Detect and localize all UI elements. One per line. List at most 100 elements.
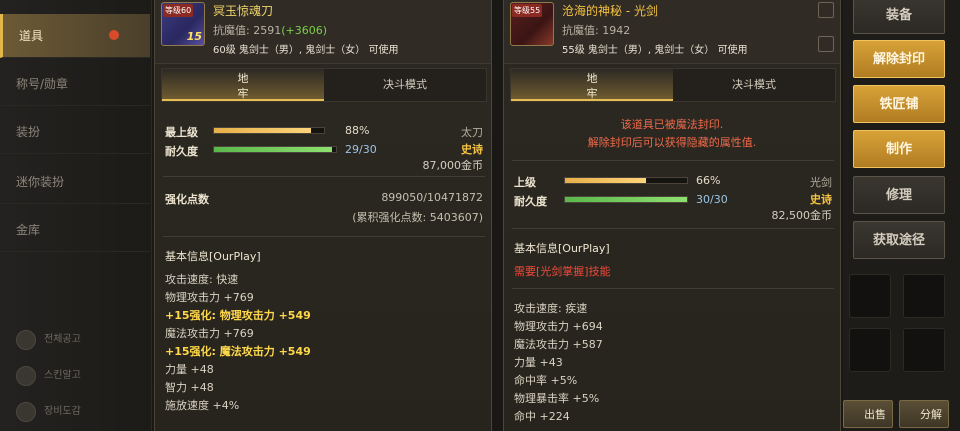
grade-bar bbox=[213, 127, 325, 134]
item-header: 等级55 沧海的神秘 - 光剑 抗魔值: 1942 55级 鬼剑士（男）, 鬼剑… bbox=[504, 0, 840, 64]
item-price: 87,000金币 bbox=[422, 159, 484, 172]
bottom-link-label: 전체공고 bbox=[44, 334, 81, 345]
stat-line-enhance: +15强化: 物理攻击力 +549 bbox=[165, 309, 311, 322]
divider bbox=[512, 160, 834, 161]
bottom-link-notice[interactable]: 전체공고 bbox=[16, 328, 81, 352]
item-name: 沧海的神秘 - 光剑 bbox=[562, 4, 658, 18]
sidebar-item-mini-avatar[interactable]: 迷你装扮 bbox=[0, 160, 150, 204]
divider bbox=[163, 236, 485, 237]
stat-line: 物理暴击率 +5% bbox=[514, 392, 600, 405]
weapon-type: 太刀 bbox=[461, 126, 483, 139]
sidebar-item-label: 金库 bbox=[16, 223, 41, 237]
grade-label: 最上级 bbox=[165, 126, 198, 139]
enhance-points-label: 强化点数 bbox=[165, 193, 209, 206]
sidebar-item-label: 称号/勋章 bbox=[16, 77, 69, 91]
stat-line: 施放速度 +4% bbox=[165, 399, 240, 412]
disassemble-label: 分解 bbox=[920, 408, 942, 421]
resist-bonus: (+3606) bbox=[281, 24, 327, 37]
enhance-points-value: 899050/10471872 bbox=[381, 191, 483, 204]
stat-line: 物理攻击力 +769 bbox=[165, 291, 254, 304]
rarity-badge: 史诗 bbox=[810, 193, 832, 206]
item-header: 等级60 15 冥玉惊魂刀 抗魔值: 2591(+3606) 60级 鬼剑士（男… bbox=[155, 0, 491, 64]
resist-value: 抗魔值: 2591(+3606) bbox=[213, 22, 327, 38]
stat-line: 命中 +224 bbox=[514, 410, 570, 423]
sidebar-item-titles[interactable]: 称号/勋章 bbox=[0, 62, 150, 106]
sidebar-item-label: 道具 bbox=[19, 29, 44, 43]
tab-dungeon[interactable]: 地 牢 bbox=[511, 69, 673, 101]
bottom-link-label: 장비도감 bbox=[44, 406, 81, 417]
durability-bar-fill bbox=[214, 147, 332, 152]
grade-label: 上级 bbox=[514, 176, 536, 189]
enhance-points-total: (累积强化点数: 5403607) bbox=[352, 211, 483, 224]
codex-icon bbox=[16, 402, 36, 422]
blacksmith-button[interactable]: 铁匠铺 bbox=[853, 85, 945, 123]
stat-line: 力量 +48 bbox=[165, 363, 214, 376]
item-price: 82,500金币 bbox=[771, 209, 833, 222]
skin-icon bbox=[16, 366, 36, 386]
sealed-notice: 该道具已被魔法封印. bbox=[620, 118, 724, 131]
section-title: 基本信息[OurPlay] bbox=[514, 242, 610, 255]
sidebar-item-vault[interactable]: 金库 bbox=[0, 208, 150, 252]
obtain-method-button[interactable]: 获取途径 bbox=[853, 221, 945, 259]
enhance-level-tag: 15 bbox=[186, 30, 202, 43]
stat-line: 力量 +43 bbox=[514, 356, 563, 369]
stat-line: 智力 +48 bbox=[165, 381, 214, 394]
level-tag: 等级55 bbox=[512, 4, 543, 17]
sell-label: 出售 bbox=[864, 408, 886, 421]
mode-tabs: 地 牢 决斗模式 bbox=[161, 68, 487, 102]
tab-dungeon[interactable]: 地 牢 bbox=[162, 69, 324, 101]
sealed-hint: 解除封印后可以获得隐藏的属性值. bbox=[587, 136, 757, 149]
equip-button[interactable]: 装备 bbox=[853, 0, 945, 34]
share-icon[interactable] bbox=[818, 2, 834, 18]
tab-duel[interactable]: 决斗模式 bbox=[324, 69, 486, 101]
sidebar-item-items[interactable]: 道具 bbox=[0, 14, 150, 58]
stat-line: 魔法攻击力 +587 bbox=[514, 338, 603, 351]
skill-requirement: 需要[光剑掌握]技能 bbox=[514, 265, 611, 278]
grade-percent: 88% bbox=[345, 124, 370, 137]
inventory-slot[interactable] bbox=[903, 328, 945, 372]
grade-percent: 66% bbox=[696, 174, 721, 187]
section-title: 基本信息[OurPlay] bbox=[165, 250, 261, 263]
item-tooltip-left: 等级60 15 冥玉惊魂刀 抗魔值: 2591(+3606) 60级 鬼剑士（男… bbox=[154, 0, 492, 431]
resist-value: 抗魔值: 1942 bbox=[562, 24, 631, 37]
disassemble-button[interactable]: 分解 bbox=[899, 400, 949, 428]
durability-label: 耐久度 bbox=[514, 195, 547, 208]
durability-bar bbox=[213, 146, 337, 153]
sidebar-item-avatar[interactable]: 装扮 bbox=[0, 110, 150, 154]
notice-icon bbox=[16, 330, 36, 350]
resist-label: 抗魔值: 2591 bbox=[213, 24, 282, 37]
notification-dot bbox=[109, 30, 119, 40]
sword-item-icon: 等级60 15 bbox=[161, 2, 205, 46]
stat-line: 物理攻击力 +694 bbox=[514, 320, 603, 333]
stat-line: 攻击速度: 快速 bbox=[165, 273, 239, 286]
inventory-slot[interactable] bbox=[849, 328, 891, 372]
lock-icon[interactable] bbox=[818, 36, 834, 52]
divider bbox=[163, 176, 485, 177]
action-column: 装备 解除封印 铁匠铺 制作 修理 获取途径 出售 分解 bbox=[843, 0, 960, 431]
inventory-slot[interactable] bbox=[849, 274, 891, 318]
unseal-button[interactable]: 解除封印 bbox=[853, 40, 945, 78]
tab-duel[interactable]: 决斗模式 bbox=[673, 69, 835, 101]
sell-button[interactable]: 出售 bbox=[843, 400, 893, 428]
stat-line-enhance: +15强化: 魔法攻击力 +549 bbox=[165, 345, 311, 358]
mode-tabs: 地 牢 决斗模式 bbox=[510, 68, 836, 102]
repair-button[interactable]: 修理 bbox=[853, 176, 945, 214]
lightsaber-item-icon: 等级55 bbox=[510, 2, 554, 46]
bottom-link-codex[interactable]: 장비도감 bbox=[16, 400, 81, 424]
divider bbox=[512, 228, 834, 229]
requirement: 55级 鬼剑士（男）, 鬼剑士（女） 可使用 bbox=[562, 45, 748, 56]
inventory-sidebar: 道具 称号/勋章 装扮 迷你装扮 金库 전체공고 스킨알고 장비도감 bbox=[0, 0, 152, 431]
rarity-badge: 史诗 bbox=[461, 143, 483, 156]
stat-line: 攻击速度: 疾速 bbox=[514, 302, 588, 315]
bottom-link-skin[interactable]: 스킨알고 bbox=[16, 364, 81, 388]
durability-label: 耐久度 bbox=[165, 145, 198, 158]
craft-button[interactable]: 制作 bbox=[853, 130, 945, 168]
grade-bar-fill bbox=[565, 178, 646, 183]
sidebar-item-label: 装扮 bbox=[16, 125, 41, 139]
inventory-slot[interactable] bbox=[903, 274, 945, 318]
requirement: 60级 鬼剑士（男）, 鬼剑士（女） 可使用 bbox=[213, 45, 399, 56]
grade-bar bbox=[564, 177, 688, 184]
level-tag: 等级60 bbox=[163, 4, 194, 17]
durability-value: 30/30 bbox=[696, 193, 728, 206]
durability-bar bbox=[564, 196, 688, 203]
